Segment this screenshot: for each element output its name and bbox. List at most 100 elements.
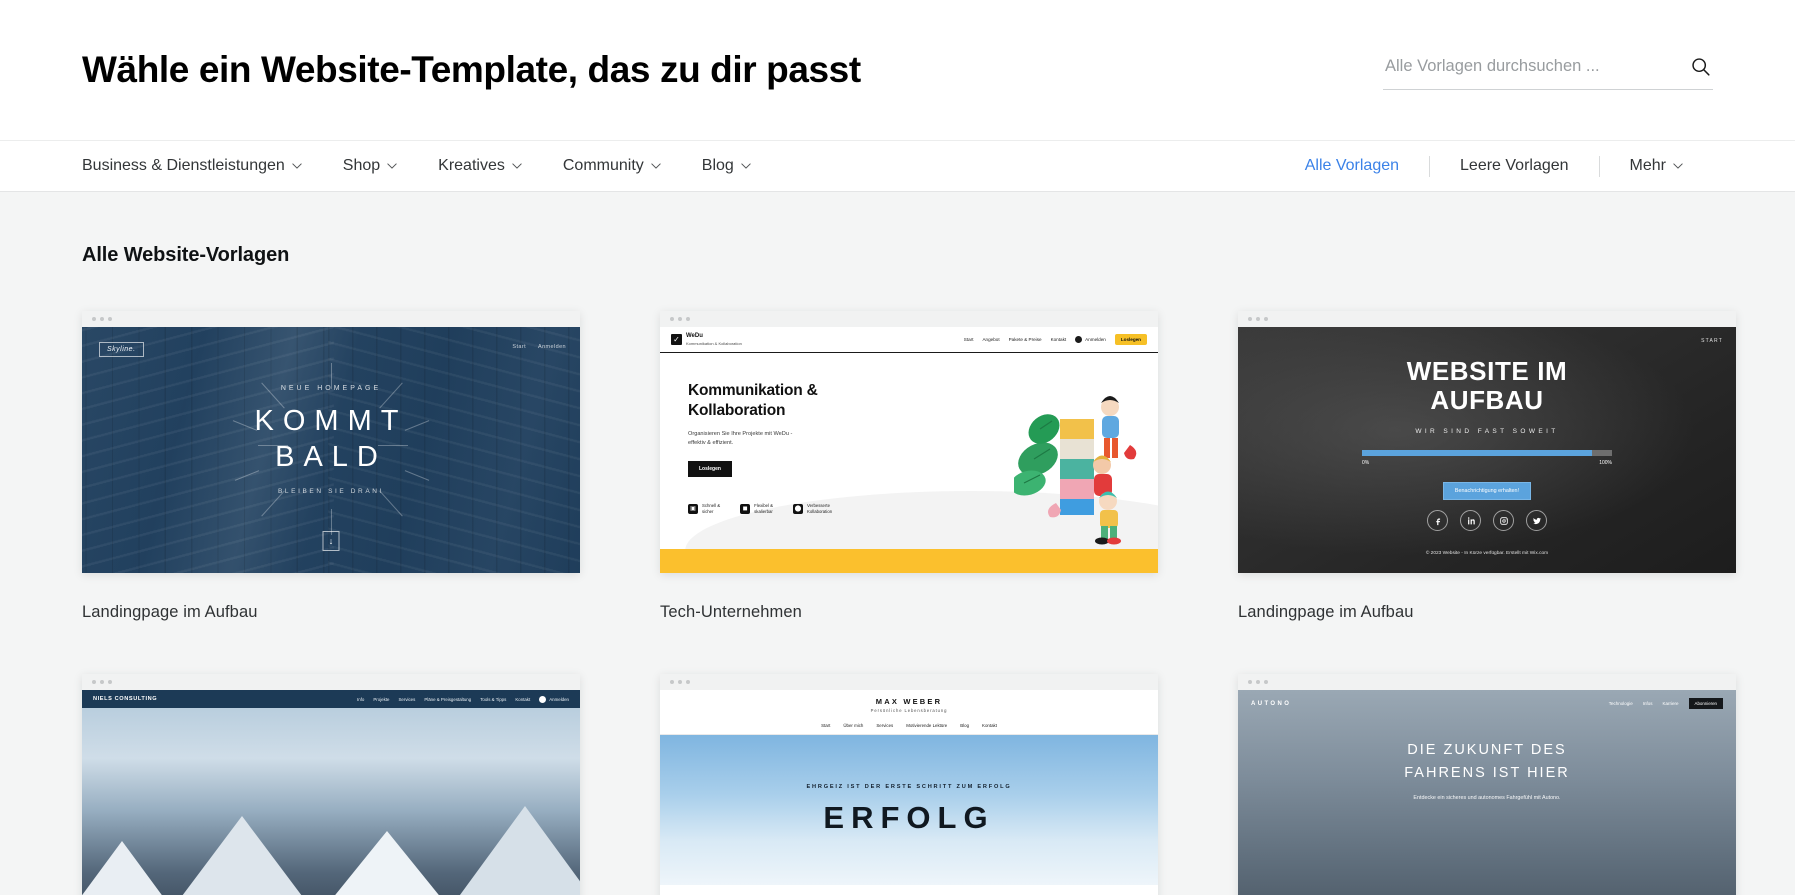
preview-header: MAX WEBER Persönliche Lebensberatung: [660, 690, 1158, 719]
chrome-dot: [1264, 317, 1268, 321]
chrome-dot: [686, 317, 690, 321]
hero-kicker: EHRGEIZ IST DER ERSTE SCHRITT ZUM ERFOLG: [806, 784, 1012, 790]
template-preview: START WEBSITE IM AUFBAU WIR SIND FAST SO…: [1238, 327, 1736, 573]
search-input[interactable]: [1385, 57, 1655, 76]
template-card[interactable]: START WEBSITE IM AUFBAU WIR SIND FAST SO…: [1238, 311, 1736, 622]
preview-nav-item: Pakete & Preise: [1008, 337, 1042, 342]
hero-heading: ERFOLG: [823, 800, 995, 835]
feature-item: ▣ Schnell & sicher: [688, 503, 720, 515]
preview-nav-item: Pläne & Preisgestaltung: [424, 696, 472, 702]
template-thumbnail[interactable]: Skyline. Start Anmelden NEUE HOMEPAGE KO…: [82, 311, 580, 573]
nav-item-business[interactable]: Business & Dienstleistungen: [82, 157, 302, 175]
user-avatar-icon: [539, 695, 547, 703]
skyline-preview: Skyline. Start Anmelden NEUE HOMEPAGE KO…: [82, 327, 580, 573]
skyline-logo: Skyline.: [99, 342, 144, 357]
template-card[interactable]: AUTONO Technologie Infos Karriere Abonni…: [1238, 674, 1736, 895]
chevron-down-icon: [512, 163, 522, 169]
hero-heading-line1: KOMMT: [254, 405, 408, 437]
template-thumbnail[interactable]: ✓ WeDu Kommunikation & Kollaboration Sta…: [660, 311, 1158, 573]
templates-content: Alle Website-Vorlagen Skyline. Start Anm…: [0, 192, 1795, 895]
template-thumbnail[interactable]: NIELS CONSULTING Info Projekte Services …: [82, 674, 580, 895]
template-preview: NIELS CONSULTING Info Projekte Services …: [82, 690, 580, 895]
preview-nav-item: START: [1701, 338, 1723, 344]
hero-heading-line1: DIE ZUKUNFT DES: [1407, 742, 1567, 758]
template-preview: Skyline. Start Anmelden NEUE HOMEPAGE KO…: [82, 327, 580, 573]
template-card[interactable]: NIELS CONSULTING Info Projekte Services …: [82, 674, 580, 895]
preview-nav-item: Tools & Tipps: [480, 696, 507, 702]
template-card[interactable]: MAX WEBER Persönliche Lebensberatung Sta…: [660, 674, 1158, 895]
scroll-down-icon: ↓: [322, 531, 340, 551]
chrome-dot: [670, 317, 674, 321]
nav-item-community[interactable]: Community: [563, 157, 661, 175]
page-header: Wähle ein Website-Template, das zu dir p…: [0, 0, 1795, 140]
hero-heading-line2: FAHRENS IST HIER: [1404, 765, 1570, 782]
browser-chrome: [660, 674, 1158, 690]
chrome-dot: [92, 317, 96, 321]
account-link: Anmelden: [1075, 336, 1106, 343]
mountain-peak: [430, 806, 580, 895]
subscribe-button: Abonnieren: [1688, 698, 1723, 709]
hero-heading-line1: WEBSITE IM: [1406, 356, 1568, 386]
nav-item-label: Blog: [701, 157, 734, 174]
weber-preview: MAX WEBER Persönliche Lebensberatung Sta…: [660, 690, 1158, 895]
weber-hero: EHRGEIZ IST DER ERSTE SCHRITT ZUM ERFOLG…: [660, 735, 1158, 885]
wedu-brand-name: WeDu: [686, 333, 703, 340]
template-card[interactable]: Skyline. Start Anmelden NEUE HOMEPAGE KO…: [82, 311, 580, 622]
chevron-down-icon: [387, 163, 397, 169]
facebook-icon: [1427, 510, 1448, 531]
checkmark-icon: ✓: [671, 334, 682, 345]
progress-min-label: 0%: [1362, 460, 1370, 467]
hero-kicker: NEUE HOMEPAGE: [280, 385, 382, 392]
skyline-hero: NEUE HOMEPAGE KOMMT BALD BLEIBEN SIE DRA…: [82, 385, 580, 495]
linkedin-icon: [1460, 510, 1481, 531]
weber-brand-name: MAX WEBER: [875, 697, 943, 706]
social-links: [1238, 510, 1736, 531]
preview-nav-item: Services: [876, 723, 894, 728]
search-icon[interactable]: [1690, 56, 1711, 77]
nav-filters: Alle Vorlagen Leere Vorlagen Mehr: [1275, 155, 1713, 177]
preview-nav: Start Angebot Pakete & Preise Kontakt An…: [964, 334, 1147, 345]
hero-subtext: WIR SIND FAST SOWEIT: [1415, 428, 1559, 436]
preview-nav-item: Motivierende Lektüre: [906, 723, 948, 728]
filter-alle-vorlagen[interactable]: Alle Vorlagen: [1275, 157, 1429, 175]
illustration-characters: [1014, 396, 1137, 545]
preview-header: AUTONO Technologie Infos Karriere Abonni…: [1238, 690, 1736, 709]
chrome-dot: [108, 680, 112, 684]
search-box[interactable]: [1383, 56, 1713, 90]
template-thumbnail[interactable]: MAX WEBER Persönliche Lebensberatung Sta…: [660, 674, 1158, 895]
feature-item: ⬤ Verbesserte Kollaboration: [793, 503, 832, 515]
autono-hero: DIE ZUKUNFT DES FAHRENS IST HIER Entdeck…: [1238, 739, 1736, 801]
page-title: Wähle ein Website-Template, das zu dir p…: [82, 48, 861, 90]
template-card-label: Landingpage im Aufbau: [1238, 603, 1414, 621]
template-thumbnail[interactable]: AUTONO Technologie Infos Karriere Abonni…: [1238, 674, 1736, 895]
browser-chrome: [1238, 674, 1736, 690]
preview-nav-item: Technologie: [1608, 701, 1633, 706]
template-card[interactable]: ✓ WeDu Kommunikation & Kollaboration Sta…: [660, 311, 1158, 622]
yellow-footer-band: [660, 549, 1158, 573]
chrome-dot: [1264, 680, 1268, 684]
filter-leere-vorlagen[interactable]: Leere Vorlagen: [1430, 157, 1599, 175]
filter-mehr[interactable]: Mehr: [1600, 157, 1713, 175]
nav-item-blog[interactable]: Blog: [702, 157, 751, 175]
template-preview: AUTONO Technologie Infos Karriere Abonni…: [1238, 690, 1736, 895]
account-link: Anmelden: [539, 695, 569, 703]
category-navbar: Business & Dienstleistungen Shop Kreativ…: [0, 140, 1795, 192]
preview-nav-item: Karriere: [1662, 701, 1679, 706]
chrome-dot: [1256, 680, 1260, 684]
nav-item-label: Shop: [342, 157, 381, 174]
progress-max-label: 100%: [1599, 460, 1612, 467]
preview-nav-item: Info: [357, 696, 365, 702]
chrome-dot: [92, 680, 96, 684]
progress-labels: 0% 100%: [1362, 460, 1612, 466]
wedu-header: ✓ WeDu Kommunikation & Kollaboration Sta…: [660, 327, 1158, 353]
autono-logo: AUTONO: [1251, 700, 1292, 707]
niels-logo: NIELS CONSULTING: [93, 696, 158, 702]
chrome-dot: [100, 317, 104, 321]
hero-subtext: BLEIBEN SIE DRAN!: [278, 488, 384, 496]
template-thumbnail[interactable]: START WEBSITE IM AUFBAU WIR SIND FAST SO…: [1238, 311, 1736, 573]
nav-item-shop[interactable]: Shop: [343, 157, 397, 175]
nav-item-kreatives[interactable]: Kreatives: [438, 157, 522, 175]
nav-item-label: Kreatives: [438, 157, 505, 174]
preview-header: NIELS CONSULTING Info Projekte Services …: [82, 690, 580, 708]
nav-item-label: Business & Dienstleistungen: [82, 157, 285, 174]
